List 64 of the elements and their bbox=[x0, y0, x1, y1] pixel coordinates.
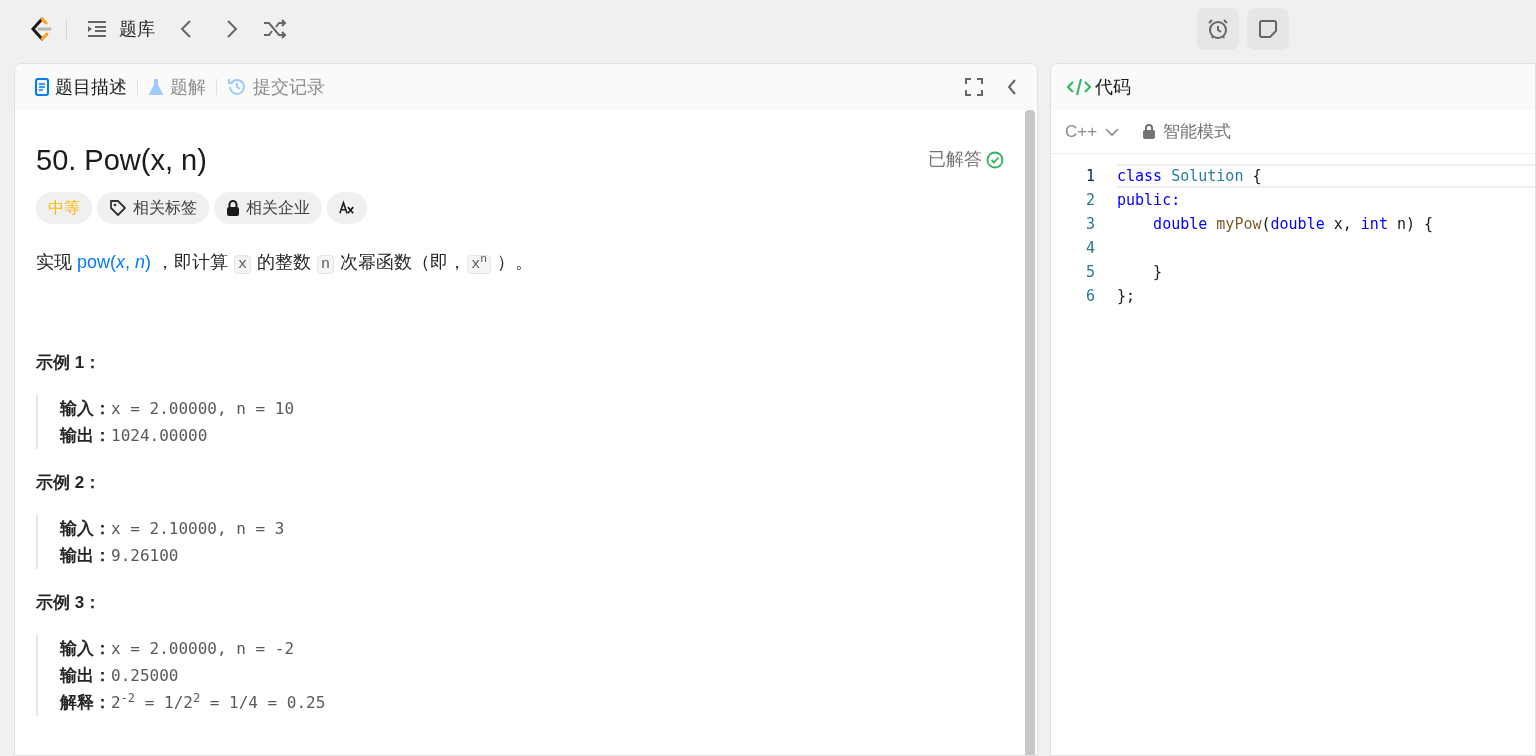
example-value: 9.26100 bbox=[111, 545, 179, 567]
example-value: 0.25000 bbox=[111, 665, 179, 687]
problem-bank-button[interactable]: 题库 bbox=[79, 15, 163, 43]
code-line: class Solution { bbox=[1117, 164, 1535, 188]
language-dropdown[interactable]: C++ bbox=[1065, 118, 1120, 145]
alarm-clock-icon bbox=[1206, 17, 1230, 41]
lock-icon bbox=[226, 200, 240, 216]
history-icon bbox=[227, 77, 247, 97]
line-number: 6 bbox=[1084, 286, 1095, 307]
example-heading: 示例 1： bbox=[36, 352, 102, 374]
chevron-down-icon bbox=[1105, 126, 1120, 137]
translate-icon bbox=[339, 200, 355, 216]
logo-icon[interactable] bbox=[28, 16, 54, 42]
line-number: 1 bbox=[1084, 166, 1095, 187]
code-line: }; bbox=[1117, 286, 1137, 307]
code-line: public: bbox=[1117, 190, 1182, 211]
flask-icon bbox=[148, 78, 164, 96]
example-label: 输出： bbox=[60, 425, 111, 447]
check-circle-icon bbox=[986, 150, 1004, 169]
example-heading: 示例 2： bbox=[36, 472, 102, 494]
solved-status: 已解答 bbox=[928, 148, 982, 171]
code-line: double myPow(double x, int n) { bbox=[1152, 214, 1435, 235]
pow-link[interactable]: pow(x, n) bbox=[77, 252, 152, 272]
example-label: 输出： bbox=[60, 665, 111, 687]
example-value: 2$^{-2}$ = 1/2$^{2}$ = 1/4 = 0.25 bbox=[111, 690, 326, 714]
previous-icon[interactable] bbox=[179, 19, 193, 39]
tag-icon bbox=[109, 199, 127, 217]
code-icon bbox=[1067, 77, 1091, 97]
translate-button[interactable] bbox=[327, 192, 367, 224]
panel-tab[interactable]: 题解 bbox=[144, 73, 210, 101]
next-icon[interactable] bbox=[225, 19, 239, 39]
example-label: 输出： bbox=[60, 545, 111, 567]
example-label: 输入： bbox=[60, 638, 111, 660]
shuffle-icon[interactable] bbox=[263, 19, 287, 39]
code-tab[interactable]: 代码 bbox=[1067, 73, 1131, 101]
problem-title: 50. Pow(x, n) bbox=[36, 143, 207, 178]
code-line: } bbox=[1152, 262, 1164, 283]
example-label: 输入： bbox=[60, 398, 111, 420]
related-tags-button[interactable]: 相关标签 bbox=[97, 192, 209, 224]
scrollbar[interactable] bbox=[1025, 110, 1035, 755]
list-icon bbox=[87, 20, 107, 38]
example-value: x = 2.00000, n = -2 bbox=[111, 638, 295, 660]
related-companies-button[interactable]: 相关企业 bbox=[214, 192, 322, 224]
example-value: 1024.00000 bbox=[111, 425, 208, 447]
line-number: 2 bbox=[1084, 190, 1095, 211]
panel-tab[interactable]: 提交记录 bbox=[223, 73, 329, 101]
example-value: x = 2.10000, n = 3 bbox=[111, 518, 285, 540]
example-value: x = 2.00000, n = 10 bbox=[111, 398, 295, 420]
example-heading: 示例 3： bbox=[36, 592, 102, 614]
fullscreen-icon[interactable] bbox=[965, 78, 983, 96]
example-label: 解释： bbox=[60, 692, 111, 714]
note-icon bbox=[1258, 19, 1278, 39]
lock-icon bbox=[1143, 124, 1156, 139]
collapse-icon[interactable] bbox=[1007, 78, 1017, 96]
panel-tab[interactable]: 题目描述 bbox=[31, 73, 131, 101]
smart-mode-label[interactable]: 智能模式 bbox=[1163, 118, 1232, 145]
line-number: 3 bbox=[1084, 214, 1095, 235]
document-icon bbox=[35, 78, 49, 96]
problem-description: 实现 pow(x, n) ，即计算 x 的整数 n 次幂函数（即， x$^{n}$ ）。 bbox=[36, 251, 534, 276]
note-button[interactable] bbox=[1247, 8, 1289, 50]
example-label: 输入： bbox=[60, 518, 111, 540]
alarm-clock-button[interactable] bbox=[1197, 8, 1239, 50]
line-number: 4 bbox=[1084, 238, 1095, 259]
line-number: 5 bbox=[1084, 262, 1095, 283]
